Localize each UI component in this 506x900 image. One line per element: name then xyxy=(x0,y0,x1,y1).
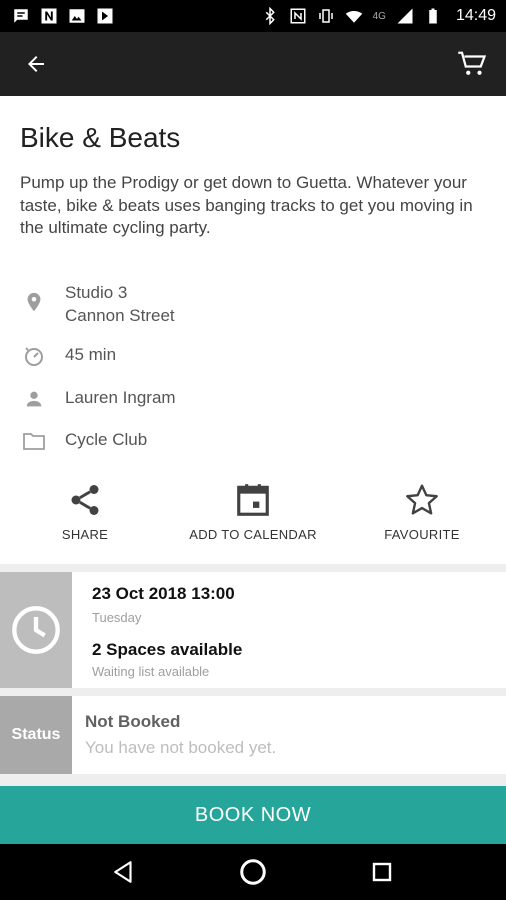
share-label: SHARE xyxy=(61,527,109,542)
share-button[interactable]: SHARE xyxy=(45,480,125,542)
nfc-icon xyxy=(290,8,306,24)
spaces-available: 2 Spaces available xyxy=(92,640,243,659)
nav-recents-icon xyxy=(372,862,391,882)
session-day: Tuesday xyxy=(92,610,142,625)
section-divider xyxy=(0,564,506,572)
vibrate-icon xyxy=(318,9,333,23)
favourite-label: FAVOURITE xyxy=(384,527,460,542)
cart-icon xyxy=(458,51,487,75)
clock-icon xyxy=(12,606,60,654)
book-now-button[interactable]: BOOK NOW xyxy=(0,786,506,844)
nav-recents-button[interactable] xyxy=(362,852,402,892)
status-side-label: Status xyxy=(11,726,61,743)
status-bar-system: 4G 14:49 xyxy=(261,7,496,25)
arrow-back-icon xyxy=(28,56,44,72)
booking-status-title: Not Booked xyxy=(85,712,181,731)
cart-button[interactable] xyxy=(454,46,490,82)
nav-back-icon xyxy=(114,861,132,883)
status-bar-time: 14:49 xyxy=(455,7,496,24)
share-icon xyxy=(65,480,105,520)
battery-icon xyxy=(429,8,437,24)
location-row: Studio 3 Cannon Street xyxy=(20,283,175,325)
category-text: Cycle Club xyxy=(65,430,148,449)
session-datetime: 23 Oct 2018 13:00 xyxy=(92,584,235,603)
download-icon xyxy=(97,8,113,24)
status-bar: 4G 14:49 xyxy=(0,0,506,32)
add-to-calendar-button[interactable]: ADD TO CALENDAR xyxy=(183,480,323,542)
card-divider xyxy=(0,688,506,696)
instructor-text: Lauren Ingram xyxy=(65,388,176,407)
location-pin-icon xyxy=(20,288,48,316)
calendar-icon xyxy=(233,480,273,520)
back-button[interactable] xyxy=(18,46,54,82)
duration-text: 45 min xyxy=(65,345,117,364)
network-type: 4G xyxy=(372,10,386,22)
waiting-list: Waiting list available xyxy=(92,664,210,679)
app-bar xyxy=(0,32,506,96)
instructor-row: Lauren Ingram xyxy=(20,385,176,413)
location-text: Studio 3 Cannon Street xyxy=(65,282,175,327)
timer-icon xyxy=(20,342,48,370)
booking-status-subtitle: You have not booked yet. xyxy=(85,738,277,757)
bluetooth-icon xyxy=(265,7,275,25)
booking-status-card: Status Not Booked You have not booked ye… xyxy=(0,696,506,774)
folder-icon xyxy=(20,427,48,455)
action-bar: SHARE ADD TO CALENDAR FAVOURITE xyxy=(0,480,506,560)
location-street: Cannon Street xyxy=(65,305,175,325)
duration-row: 45 min xyxy=(20,342,116,370)
nav-back-button[interactable] xyxy=(104,852,144,892)
system-nav-bar xyxy=(0,844,506,900)
status-side: Status xyxy=(0,696,72,774)
wifi-icon xyxy=(345,10,362,23)
n-notification-icon xyxy=(41,8,57,24)
person-icon xyxy=(20,385,48,413)
image-icon xyxy=(69,9,85,23)
session-card: 23 Oct 2018 13:00 Tuesday 2 Spaces avail… xyxy=(0,572,506,688)
star-outline-icon xyxy=(402,480,442,520)
session-card-side xyxy=(0,572,72,688)
location-studio: Studio 3 xyxy=(65,283,128,302)
signal-icon xyxy=(397,8,413,24)
favourite-button[interactable]: FAVOURITE xyxy=(372,480,472,542)
category-row: Cycle Club xyxy=(20,427,147,455)
status-bar-notifications xyxy=(12,7,114,25)
class-title: Bike & Beats xyxy=(20,122,181,153)
class-description: Pump up the Prodigy or get down to Guett… xyxy=(20,173,473,237)
nav-home-button[interactable] xyxy=(233,852,273,892)
nav-home-icon xyxy=(240,859,266,885)
bottom-divider xyxy=(0,774,506,786)
add-to-calendar-label: ADD TO CALENDAR xyxy=(189,527,317,542)
message-icon xyxy=(14,9,28,23)
